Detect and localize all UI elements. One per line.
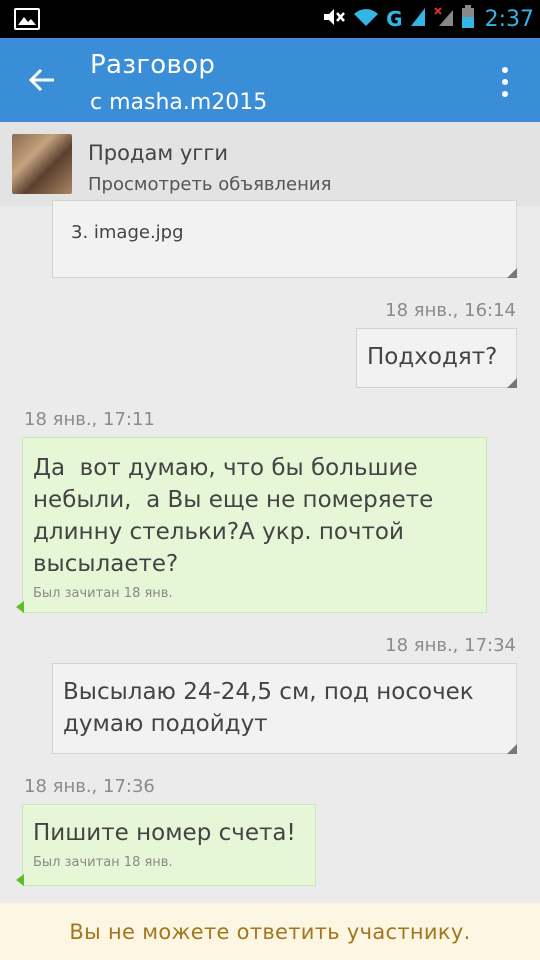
message-text: Подходят? <box>367 344 498 370</box>
message-bubble-incoming[interactable]: Да вот думаю, что бы большие небыли, а В… <box>16 437 487 613</box>
listing-thumbnail <box>12 134 72 194</box>
bubble-tail <box>16 601 24 613</box>
message-timestamp: 18 янв., 16:14 <box>385 300 516 321</box>
conversation-partner: с masha.m2015 <box>90 90 268 115</box>
overflow-menu-button[interactable] <box>490 62 520 102</box>
message-bubble-incoming[interactable]: Пишите номер счета! Был зачитан 18 янв. <box>16 804 316 886</box>
signal-x-icon <box>433 6 455 32</box>
overflow-dot <box>502 91 508 97</box>
mute-icon <box>322 6 346 32</box>
status-icons: G 2:37 <box>322 0 534 38</box>
message-bubble-outgoing[interactable]: Подходят? <box>356 328 517 388</box>
listing-title: Продам угги <box>88 141 229 165</box>
battery-icon <box>461 5 475 33</box>
message-timestamp: 18 янв., 17:34 <box>385 635 516 656</box>
message-timestamp: 18 янв., 17:36 <box>24 776 155 797</box>
back-arrow-icon <box>28 68 54 92</box>
listing-header[interactable]: Продам угги Просмотреть объявления <box>0 122 540 206</box>
attachment-filename[interactable]: 3. image.jpg <box>71 221 498 245</box>
read-receipt: Был зачитан 18 янв. <box>33 855 173 870</box>
bubble-tail <box>16 874 24 886</box>
bubble-tail <box>507 268 517 278</box>
page-title: Разговор <box>90 50 216 80</box>
message-text: Пишите номер счета! <box>33 820 296 846</box>
wifi-icon <box>352 6 380 32</box>
message-text: Высылаю 24-24,5 см, под носочек думаю по… <box>63 679 482 737</box>
signal-icon <box>409 6 427 32</box>
message-bubble-outgoing[interactable]: Высылаю 24-24,5 см, под носочек думаю по… <box>52 663 517 754</box>
message-text: Да вот думаю, что бы большие небыли, а В… <box>33 455 441 577</box>
app-bar: Разговор с masha.m2015 <box>0 38 540 122</box>
status-bar: G 2:37 <box>0 0 540 38</box>
reply-disabled-banner: Вы не можете ответить участнику. <box>0 903 540 960</box>
view-listings-link[interactable]: Просмотреть объявления <box>88 174 331 195</box>
bubble-tail <box>507 744 517 754</box>
overflow-dot <box>502 67 508 73</box>
network-type-label: G <box>386 7 403 31</box>
image-icon <box>14 8 40 30</box>
reply-disabled-notice: Вы не можете ответить участнику. <box>69 919 471 944</box>
bubble-tail <box>507 378 517 388</box>
back-button[interactable] <box>22 60 62 100</box>
clock: 2:37 <box>484 6 534 32</box>
message-timestamp: 18 янв., 17:11 <box>24 409 155 430</box>
message-bubble-outgoing[interactable]: 3. image.jpg <box>52 200 517 278</box>
read-receipt: Был зачитан 18 янв. <box>33 586 173 601</box>
overflow-dot <box>502 79 508 85</box>
